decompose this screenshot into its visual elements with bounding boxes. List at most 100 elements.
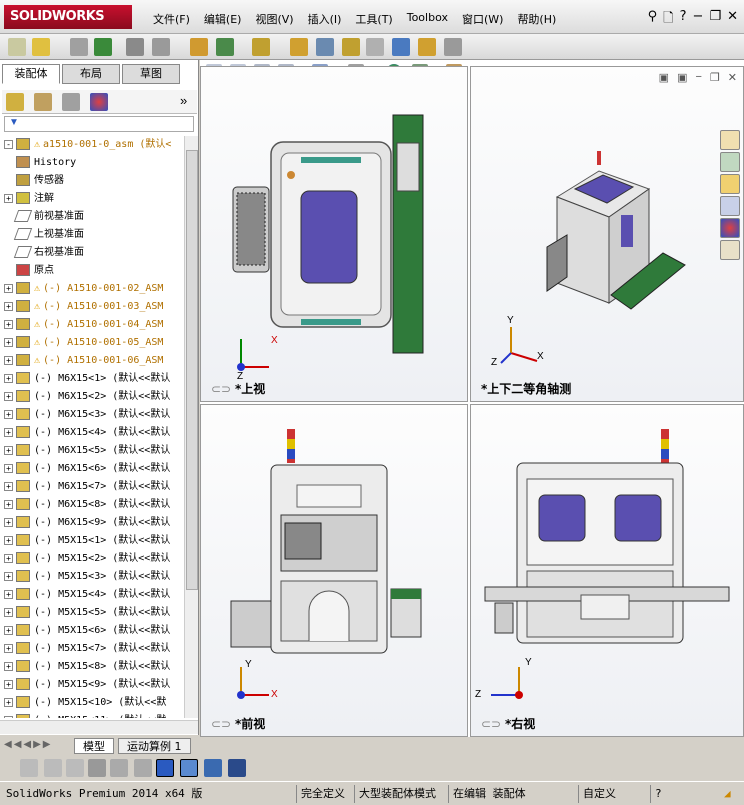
reference-geometry-icon[interactable] — [252, 38, 270, 56]
menu-insert[interactable]: 插入(I) — [307, 11, 343, 27]
expand-toggle-icon[interactable]: + — [4, 517, 13, 527]
expand-toggle-icon[interactable]: + — [4, 391, 13, 401]
expand-toggle-icon[interactable]: + — [4, 715, 13, 718]
hole-alignment-icon[interactable] — [444, 38, 462, 56]
box-view-icon[interactable] — [180, 759, 198, 777]
expand-toggle-icon[interactable]: + — [4, 283, 13, 293]
expand-toggle-icon[interactable]: + — [4, 499, 13, 509]
help-icon[interactable]: ? — [680, 9, 687, 31]
tree-view-icon[interactable] — [156, 759, 174, 777]
home-icon[interactable] — [720, 130, 740, 150]
viewport-top[interactable]: X Z ⊂⊃ *上视 — [200, 66, 468, 402]
list-view-icon[interactable] — [88, 759, 106, 777]
move-component-icon[interactable] — [152, 38, 170, 56]
tree-row[interactable]: + ⚠ (-) A1510-001-04_ASM — [0, 316, 184, 334]
explode-line-sketch-icon[interactable] — [366, 38, 384, 56]
grid-view-icon[interactable] — [110, 759, 128, 777]
menu-tools[interactable]: 工具(T) — [354, 11, 393, 27]
help-status-icon[interactable]: ? — [650, 785, 662, 803]
expand-toggle-icon[interactable]: + — [4, 445, 13, 455]
property-manager-icon[interactable] — [34, 93, 52, 111]
expand-toggle-icon[interactable]: + — [4, 607, 13, 617]
expand-toggle-icon[interactable]: + — [4, 643, 13, 653]
menu-window[interactable]: 窗口(W) — [461, 11, 504, 27]
tree-row[interactable]: + (-) M5X15<10> (默认<<默 — [0, 694, 184, 712]
tree-row[interactable]: + (-) M5X15<8> (默认<<默认 — [0, 658, 184, 676]
configuration-manager-icon[interactable] — [62, 93, 80, 111]
expand-chevron-icon[interactable]: » — [180, 93, 187, 108]
custom-properties-icon[interactable] — [720, 240, 740, 260]
viewport-isometric[interactable]: ▣ ▣ − ❐ ✕ Y X Z *上下二等角轴测 — [470, 66, 744, 402]
insert-component-icon[interactable] — [32, 38, 50, 56]
tree-row[interactable]: + (-) M6X15<4> (默认<<默认 — [0, 424, 184, 442]
tree-row[interactable]: 原点 — [0, 262, 184, 280]
tree-row[interactable]: + ⚠ (-) A1510-001-02_ASM — [0, 280, 184, 298]
expand-toggle-icon[interactable]: + — [4, 301, 13, 311]
viewport-right[interactable]: Z Y ⊂⊃ *右视 — [470, 404, 744, 737]
expand-toggle-icon[interactable]: + — [4, 319, 13, 329]
view-palette-icon[interactable] — [720, 196, 740, 216]
tree-row[interactable]: + (-) M6X15<2> (默认<<默认 — [0, 388, 184, 406]
edit-component-icon[interactable] — [8, 38, 26, 56]
expand-toggle-icon[interactable]: + — [4, 571, 13, 581]
tree-row[interactable]: + ⚠ (-) A1510-001-06_ASM — [0, 352, 184, 370]
tab-sketch[interactable]: 草图 — [122, 64, 180, 84]
tree-row[interactable]: + (-) M6X15<7> (默认<<默认 — [0, 478, 184, 496]
menu-edit[interactable]: 编辑(E) — [203, 11, 243, 27]
tree-row[interactable]: 右视基准面 — [0, 244, 184, 262]
viewport-front[interactable]: X Y ⊂⊃ *前视 — [200, 404, 468, 737]
feature-manager-icon[interactable] — [6, 93, 24, 111]
status-custom[interactable]: 自定义 — [578, 785, 616, 803]
tree-row[interactable]: + (-) M5X15<7> (默认<<默认 — [0, 640, 184, 658]
expand-toggle-icon[interactable]: + — [4, 409, 13, 419]
options-icon[interactable] — [44, 759, 62, 777]
rebuild-icon[interactable] — [20, 759, 38, 777]
close-icon[interactable]: ✕ — [727, 9, 738, 31]
tree-row[interactable]: + (-) M5X15<6> (默认<<默认 — [0, 622, 184, 640]
tab-nav-arrows[interactable]: ◀◀◀▶▶ — [4, 739, 52, 750]
smart-fasteners-icon[interactable] — [126, 38, 144, 56]
new-motion-study-icon[interactable] — [290, 38, 308, 56]
tab-assembly[interactable]: 装配体 — [2, 64, 60, 84]
tree-horizontal-scrollbar[interactable] — [0, 720, 198, 734]
assembly-features-icon[interactable] — [216, 38, 234, 56]
expand-toggle-icon[interactable]: + — [4, 589, 13, 599]
tree-row[interactable]: + (-) M6X15<8> (默认<<默认 — [0, 496, 184, 514]
new-doc-icon[interactable]: 🗋 — [663, 9, 673, 31]
tree-row[interactable]: + (-) M6X15<6> (默认<<默认 — [0, 460, 184, 478]
expand-toggle-icon[interactable]: + — [4, 337, 13, 347]
menu-toolbox[interactable]: Toolbox — [406, 11, 449, 27]
tree-row[interactable]: 传感器 — [0, 172, 184, 190]
tree-row[interactable]: + (-) M5X15<1> (默认<<默认 — [0, 532, 184, 550]
expand-toggle-icon[interactable]: + — [4, 553, 13, 563]
exploded-view-icon[interactable] — [342, 38, 360, 56]
show-hidden-icon[interactable] — [190, 38, 208, 56]
pin-icon[interactable]: ⚲ — [648, 9, 658, 31]
minimize-icon[interactable]: − — [693, 9, 704, 31]
menu-view[interactable]: 视图(V) — [254, 11, 294, 27]
tree-row[interactable]: + ⚠ (-) A1510-001-03_ASM — [0, 298, 184, 316]
expand-toggle-icon[interactable]: + — [4, 427, 13, 437]
bill-of-materials-icon[interactable] — [316, 38, 334, 56]
expand-toggle-icon[interactable]: + — [4, 697, 13, 707]
history-view-icon[interactable] — [134, 759, 152, 777]
resize-grip-icon[interactable]: ◢ — [720, 785, 731, 803]
component-pattern-icon[interactable] — [94, 38, 112, 56]
save-view-icon[interactable] — [228, 759, 246, 777]
tree-row[interactable]: - ⚠ a1510-001-0_asm (默认< — [0, 136, 184, 154]
tab-motion-study-1[interactable]: 运动算例 1 — [118, 738, 191, 754]
interference-detection-icon[interactable] — [392, 38, 410, 56]
menu-help[interactable]: 帮助(H) — [516, 11, 557, 27]
tree-filter[interactable]: ▼ — [4, 116, 194, 132]
expand-toggle-icon[interactable]: + — [4, 373, 13, 383]
expand-toggle-icon[interactable]: + — [4, 679, 13, 689]
tree-row[interactable]: + (-) M6X15<9> (默认<<默认 — [0, 514, 184, 532]
appearances-icon[interactable] — [720, 218, 740, 238]
tree-row[interactable]: + (-) M6X15<1> (默认<<默认 — [0, 370, 184, 388]
tree-row[interactable]: 上视基准面 — [0, 226, 184, 244]
tree-row[interactable]: + (-) M6X15<3> (默认<<默认 — [0, 406, 184, 424]
customize-icon[interactable] — [66, 759, 84, 777]
expand-toggle-icon[interactable]: - — [4, 139, 13, 149]
mate-icon[interactable] — [70, 38, 88, 56]
tree-row[interactable]: + (-) M5X15<5> (默认<<默认 — [0, 604, 184, 622]
